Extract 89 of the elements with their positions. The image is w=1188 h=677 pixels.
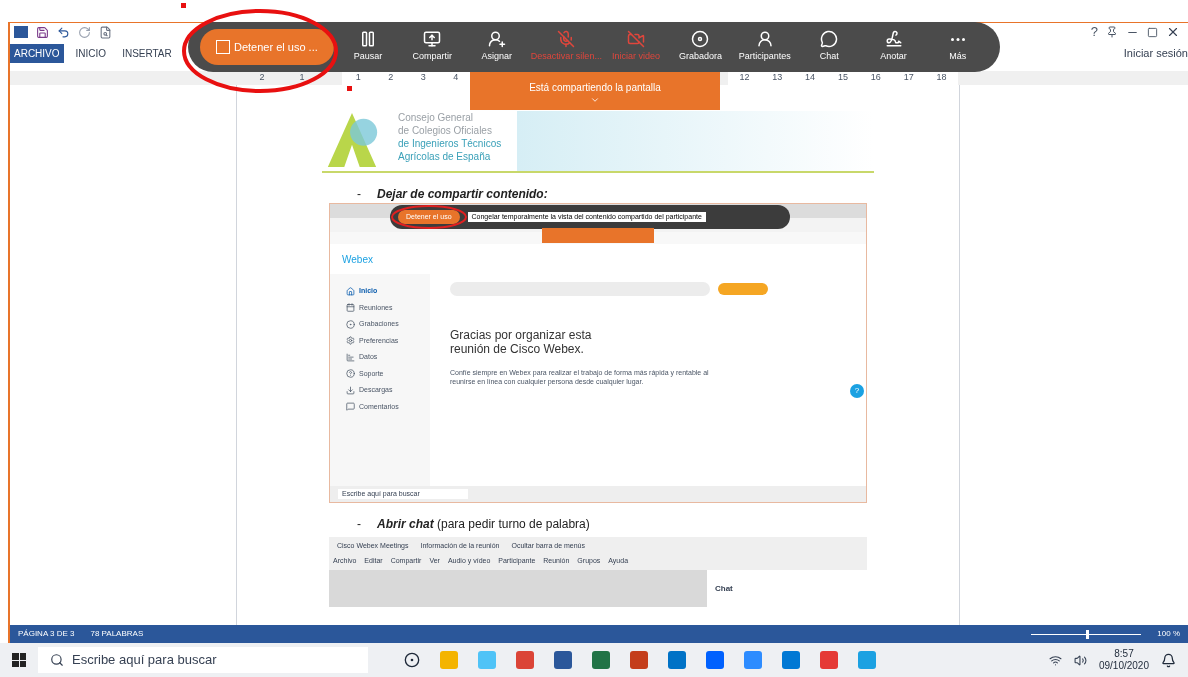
zoom-thumb[interactable]	[1086, 629, 1090, 639]
start-meeting-button[interactable]	[718, 283, 768, 295]
nav-icon	[346, 385, 355, 395]
bullet-text: Abrir chat (para pedir turno de palabra)	[377, 516, 590, 533]
print-preview-icon[interactable]	[99, 25, 112, 39]
volume-icon[interactable]	[1073, 653, 1087, 667]
help-button[interactable]: ?	[1090, 22, 1098, 42]
toolbar-button[interactable]: Pausar	[337, 30, 399, 64]
chat-bubble-icon	[820, 30, 839, 49]
webex-logo: Webex	[342, 252, 373, 267]
record-icon	[691, 30, 710, 49]
banner-text: Está compartiendo la pantalla	[529, 81, 661, 95]
app-icon[interactable]	[858, 651, 876, 669]
clock-time[interactable]: 8:57	[1114, 648, 1134, 660]
toolbar-button[interactable]: Más	[927, 30, 989, 64]
toolbar-button[interactable]: Anotar	[863, 30, 924, 64]
nav-icon	[346, 352, 355, 362]
mic-off-icon	[557, 30, 576, 49]
start-icon[interactable]	[12, 653, 26, 667]
bullet-marker: -	[357, 516, 361, 533]
ribbon-tab[interactable]: INSERTAR	[118, 43, 176, 63]
ruler-number: 15	[837, 71, 848, 85]
app-icon[interactable]	[592, 651, 610, 669]
ribbon-tab[interactable]: ARCHIVO	[10, 43, 64, 63]
toolbar-button[interactable]: Participantes	[734, 30, 795, 64]
app-icon[interactable]	[706, 651, 724, 669]
search-icon	[50, 653, 64, 667]
organization-name: de Ingenieros Técnicos	[398, 137, 502, 150]
redo-icon[interactable]	[78, 25, 91, 39]
user-plus-icon	[487, 30, 506, 49]
nav-icon	[346, 402, 355, 412]
ruler-number: 1	[299, 71, 305, 85]
share-screen-icon	[423, 30, 442, 49]
word-count[interactable]: 78 PALABRAS	[90, 628, 144, 640]
nav-icon	[346, 319, 355, 329]
ruler-number: 17	[903, 71, 914, 85]
network-icon[interactable]	[1048, 653, 1062, 667]
chat-panel-title: Chat	[715, 584, 733, 593]
search-field[interactable]: Escribe aquí para buscar	[38, 647, 368, 673]
app-icon[interactable]	[744, 651, 762, 669]
nav-icon	[346, 286, 355, 296]
ruler-number: 1	[355, 71, 361, 85]
welcome-heading: Gracias por organizar esta reunión de Cisco Webex.	[450, 328, 593, 356]
nav-icon	[346, 303, 355, 313]
ruler-number: 18	[936, 71, 947, 85]
page-indicator[interactable]: PÁGINA 3 DE 3	[18, 628, 75, 640]
app-icon[interactable]	[630, 651, 648, 669]
toolbar-button[interactable]: Compartir	[402, 30, 463, 64]
toolbar-button[interactable]: Grabadora	[670, 30, 731, 64]
ruler-number: 13	[772, 71, 783, 85]
ruler-number: 14	[805, 71, 816, 85]
chevron-icon[interactable]	[590, 95, 600, 105]
organization-name: Consejo General	[398, 111, 475, 124]
close-icon[interactable]	[1166, 25, 1180, 39]
organization-name: de Colegios Oficiales	[398, 124, 493, 137]
app-icon[interactable]	[554, 651, 572, 669]
undo-icon[interactable]	[57, 25, 70, 39]
bullet-marker: -	[357, 186, 361, 203]
save-icon[interactable]	[36, 25, 49, 39]
app-icon[interactable]	[820, 651, 838, 669]
stop-icon	[216, 40, 230, 54]
signature-icon	[884, 30, 903, 49]
nav-icon	[346, 369, 355, 379]
toolbar-button[interactable]: Chat	[798, 30, 860, 64]
more-icon	[950, 37, 965, 41]
ribbon-tab[interactable]: INICIO	[71, 43, 111, 63]
user-icon	[755, 30, 774, 49]
ruler-number: 2	[259, 71, 265, 85]
notifications-icon[interactable]	[1161, 652, 1176, 668]
sign-in-link[interactable]: Iniciar sesión	[1123, 44, 1188, 62]
ruler-number: 2	[388, 71, 394, 85]
app-icon[interactable]	[516, 651, 534, 669]
app-icon[interactable]	[668, 651, 686, 669]
app-icon[interactable]	[782, 651, 800, 669]
app-icon[interactable]	[478, 651, 496, 669]
ribbon-options-icon[interactable]	[1106, 26, 1118, 38]
bullet-text: Dejar de compartir contenido:	[377, 186, 548, 203]
clock-date[interactable]: 09/10/2020	[1098, 660, 1149, 672]
app-icon[interactable]	[440, 651, 458, 669]
ruler-number: 16	[870, 71, 881, 85]
video-off-icon	[627, 30, 646, 49]
nav-icon	[346, 336, 355, 346]
zoom-level[interactable]: 100 %	[1157, 628, 1180, 640]
ruler-number: 4	[453, 71, 459, 85]
ruler-number: 12	[739, 71, 750, 85]
restore-icon[interactable]	[1147, 26, 1158, 38]
toolbar-button[interactable]: Asignar	[466, 30, 527, 64]
ruler-number: 3	[420, 71, 426, 85]
organization-name: Agrícolas de España	[398, 150, 492, 163]
